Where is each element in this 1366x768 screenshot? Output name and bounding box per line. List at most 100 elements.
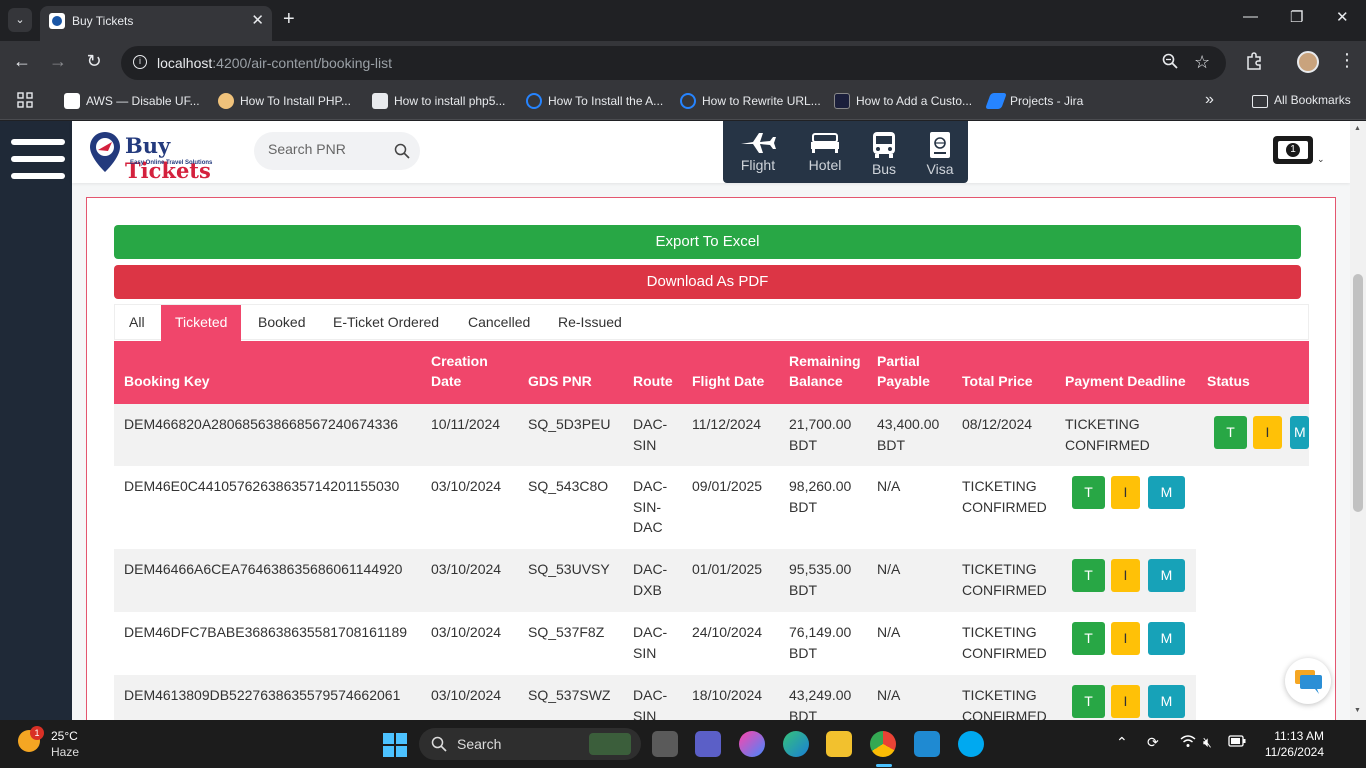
- bookmark-item[interactable]: How to Add a Custo...: [834, 93, 972, 109]
- restore-icon[interactable]: ❐: [1290, 8, 1303, 26]
- tab-title: Buy Tickets: [72, 14, 134, 28]
- mail-button[interactable]: M: [1290, 416, 1309, 449]
- table-row[interactable]: DEM4613809DB5227638635579574662061 03/10…: [114, 675, 1196, 720]
- tab-re-issued[interactable]: Re-Issued: [544, 305, 636, 341]
- bookmarks-overflow-icon[interactable]: »: [1205, 91, 1214, 109]
- profile-avatar[interactable]: [1297, 51, 1319, 73]
- task-view-icon[interactable]: [652, 731, 678, 757]
- copilot-icon[interactable]: [739, 731, 765, 757]
- page-scrollbar[interactable]: ▲ ▼: [1350, 121, 1366, 720]
- hamburger-menu-icon[interactable]: [11, 139, 65, 181]
- mail-button[interactable]: M: [1148, 476, 1185, 509]
- tab-booked[interactable]: Booked: [244, 305, 319, 341]
- browser-tab[interactable]: Buy Tickets ✕: [40, 6, 272, 41]
- tab-e-ticket-ordered[interactable]: E-Ticket Ordered: [319, 305, 453, 341]
- sync-icon[interactable]: ⟳: [1147, 734, 1159, 751]
- download-pdf-button[interactable]: Download As PDF: [114, 265, 1301, 299]
- all-bookmarks[interactable]: All Bookmarks: [1252, 93, 1351, 108]
- currency-caret-icon[interactable]: ⌄: [1317, 154, 1325, 165]
- edge-icon[interactable]: [783, 731, 809, 757]
- mail-button[interactable]: M: [1148, 559, 1185, 592]
- table-row[interactable]: DEM46E0C441057626386357142011550​30 03/1…: [114, 466, 1196, 549]
- bookmark-item[interactable]: Projects - Jira: [985, 93, 1083, 109]
- cell-remaining-balance: 76,149.00 BDT: [789, 624, 852, 661]
- service-flight[interactable]: Flight: [733, 131, 783, 173]
- tab-search-dropdown-icon[interactable]: ⌄: [8, 8, 32, 32]
- scroll-up-icon[interactable]: ▲: [1354, 125, 1361, 132]
- file-explorer-icon[interactable]: [826, 731, 852, 757]
- bookmark-item[interactable]: How to Rewrite URL...: [680, 93, 821, 109]
- new-tab-icon[interactable]: +: [283, 8, 295, 30]
- scroll-thumb[interactable]: [1353, 274, 1363, 512]
- buy-tickets-logo[interactable]: Buy Tickets Easy Online Travel Solutions: [88, 128, 243, 183]
- site-info-icon[interactable]: i: [133, 55, 147, 69]
- info-button[interactable]: I: [1253, 416, 1282, 449]
- mail-button[interactable]: M: [1148, 685, 1185, 718]
- search-pnr-box: [254, 132, 420, 170]
- search-icon[interactable]: [394, 143, 410, 159]
- teams-icon[interactable]: [695, 731, 721, 757]
- bookmark-item[interactable]: How to install php5...: [372, 93, 505, 109]
- table-row[interactable]: DEM46DFC7BABE3686386355817081611​89 03/1…: [114, 612, 1196, 675]
- page-viewport: Buy Tickets Easy Online Travel Solutions…: [0, 121, 1366, 720]
- wifi-icon[interactable]: [1180, 734, 1196, 751]
- tab-favicon-icon: [49, 13, 65, 29]
- back-icon[interactable]: ←: [10, 51, 34, 72]
- tab-ticketed[interactable]: Ticketed: [161, 305, 242, 341]
- service-bus[interactable]: Bus: [859, 131, 909, 177]
- ticket-button[interactable]: T: [1214, 416, 1247, 449]
- ticket-button[interactable]: T: [1072, 559, 1105, 592]
- info-button[interactable]: I: [1111, 476, 1140, 509]
- cell-gds-pnr: SQ_53UVSY: [528, 561, 610, 577]
- bookmark-item[interactable]: How To Install PHP...: [218, 93, 351, 109]
- minimize-icon[interactable]: —: [1243, 8, 1258, 25]
- windows-start-icon[interactable]: [383, 733, 407, 757]
- info-button[interactable]: I: [1111, 622, 1140, 655]
- tray-overflow-icon[interactable]: ⌃: [1116, 734, 1128, 751]
- bookmark-item[interactable]: How To Install the A...: [526, 93, 663, 109]
- reload-icon[interactable]: ↻: [82, 51, 106, 72]
- bookmark-item[interactable]: AWS — Disable UF...: [64, 93, 200, 109]
- tab-cancelled[interactable]: Cancelled: [454, 305, 544, 341]
- table-row[interactable]: DEM466820A28068563866856724067433​6 10/1…: [114, 404, 1309, 466]
- zoom-icon[interactable]: [1162, 53, 1178, 74]
- battery-icon[interactable]: [1228, 734, 1246, 750]
- clock-time: 11:13 AM: [1274, 729, 1324, 743]
- close-window-icon[interactable]: ✕: [1336, 8, 1349, 26]
- tab-close-icon[interactable]: ✕: [251, 11, 264, 29]
- scroll-down-icon[interactable]: ▼: [1354, 707, 1361, 714]
- more-menu-icon[interactable]: ⋮: [1338, 50, 1356, 71]
- vscode-icon[interactable]: [914, 731, 940, 757]
- cell-flight-date: 18/10/2024: [692, 687, 763, 703]
- bookmarks-bar: AWS — Disable UF... How To Install PHP..…: [0, 85, 1366, 120]
- info-button[interactable]: I: [1111, 559, 1140, 592]
- system-clock[interactable]: 11:13 AM 11/26/2024: [1252, 728, 1324, 760]
- address-bar[interactable]: i localhost:4200/air-content/booking-lis…: [121, 46, 1226, 80]
- service-hotel[interactable]: Hotel: [800, 131, 850, 173]
- chat-support-button[interactable]: [1285, 658, 1331, 704]
- cell-payment-deadline: TICKETING CONFIRMED: [1065, 416, 1150, 453]
- forward-icon[interactable]: →: [46, 51, 70, 72]
- taskbar-search[interactable]: Search: [419, 728, 641, 760]
- volume-mute-icon[interactable]: 🔇︎: [1203, 734, 1212, 751]
- status-filter-tabs: All Ticketed Booked E-Ticket Ordered Can…: [114, 304, 1309, 341]
- ticket-button[interactable]: T: [1072, 476, 1105, 509]
- search-pnr-input[interactable]: [268, 141, 388, 157]
- ticket-button[interactable]: T: [1072, 622, 1105, 655]
- apps-grid-icon[interactable]: [17, 92, 33, 111]
- chrome-icon[interactable]: [870, 731, 896, 757]
- service-visa[interactable]: Visa: [915, 131, 965, 177]
- info-button[interactable]: I: [1111, 685, 1140, 718]
- ticket-button[interactable]: T: [1072, 685, 1105, 718]
- url-text[interactable]: localhost:4200/air-content/booking-list: [157, 55, 392, 71]
- extensions-icon[interactable]: [1245, 52, 1263, 75]
- table-row[interactable]: DEM46466A6CEA7646386356860611449​20 03/1…: [114, 549, 1196, 612]
- bookmark-star-icon[interactable]: ☆: [1194, 52, 1210, 73]
- currency-money-icon[interactable]: [1273, 136, 1313, 164]
- mail-button[interactable]: M: [1148, 622, 1185, 655]
- skype-icon[interactable]: [958, 731, 984, 757]
- cell-route: DAC-SIN-DAC: [633, 478, 668, 535]
- export-excel-button[interactable]: Export To Excel: [114, 225, 1301, 259]
- tab-all[interactable]: All: [115, 305, 159, 341]
- logo-word-buy: Buy: [125, 133, 171, 158]
